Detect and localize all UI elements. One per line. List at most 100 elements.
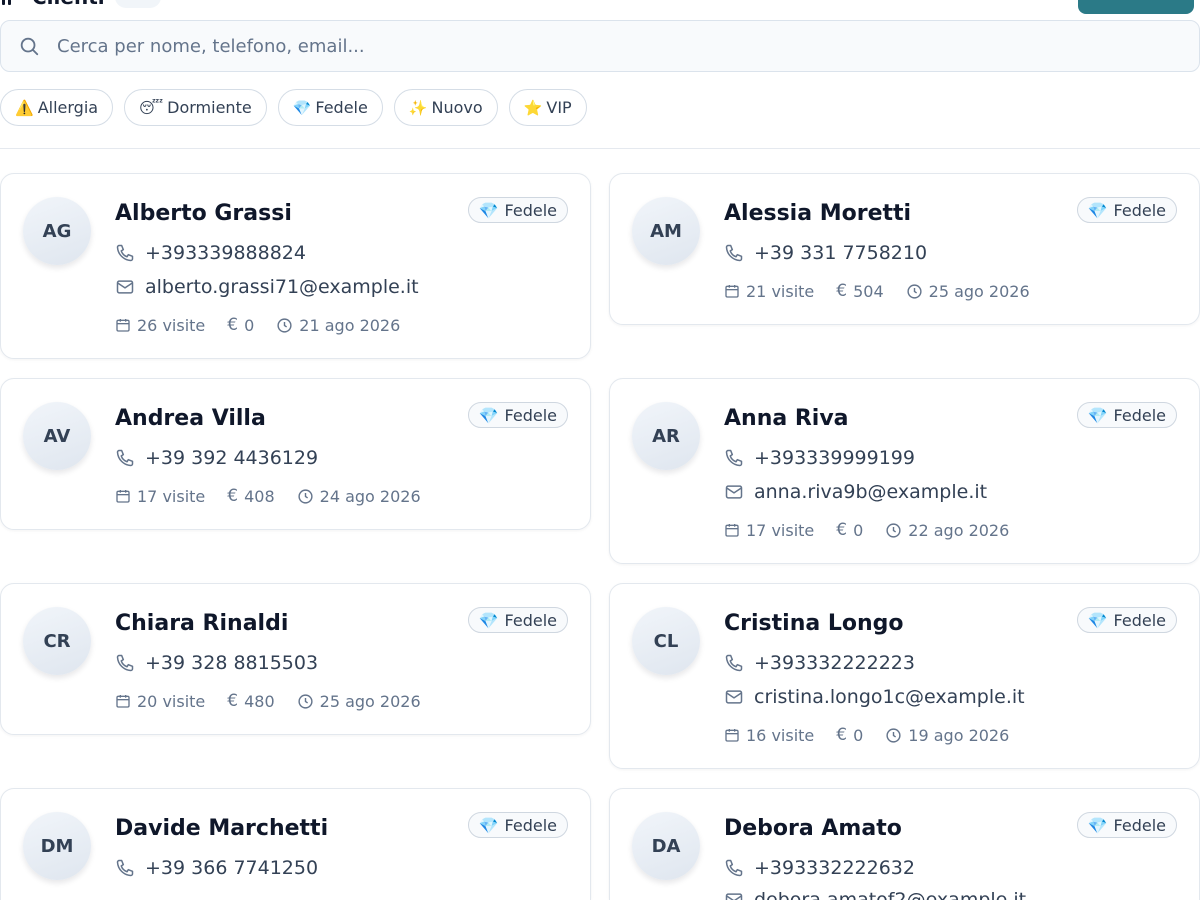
filter-chip-nuovo[interactable]: ✨ Nuovo — [393, 89, 498, 126]
phone-icon — [115, 653, 135, 673]
filter-chip-fedele[interactable]: 💎 Fedele — [277, 89, 383, 126]
phone-number[interactable]: +393332222223 — [754, 652, 915, 674]
phone-row: +39 328 8815503 — [115, 652, 318, 674]
clock-icon — [906, 283, 923, 300]
badge-label: Fedele — [1113, 405, 1166, 425]
euro-icon: € — [227, 486, 239, 506]
email-address[interactable]: alberto.grassi71@example.it — [145, 276, 419, 298]
avatar: CL — [632, 607, 700, 675]
phone-row: +39 366 7741250 — [115, 857, 318, 879]
visits-count: 17 visite — [137, 486, 206, 506]
visits-count: 16 visite — [746, 725, 815, 745]
calendar-icon — [724, 522, 740, 538]
filter-chip-allergia[interactable]: ⚠️ Allergia — [0, 89, 114, 126]
warning-icon: ⚠️ — [15, 98, 34, 117]
client-stats: 20 visite €480 25 ago 2026 — [115, 691, 421, 711]
phone-number[interactable]: +39 392 4436129 — [145, 447, 318, 469]
client-card[interactable]: DM Davide Marchetti 💎 Fedele +39 366 7741… — [0, 788, 591, 900]
filter-chip-vip[interactable]: ⭐ VIP — [508, 89, 587, 126]
last-visit: 22 ago 2026 — [908, 520, 1010, 540]
phone-number[interactable]: +393332222632 — [754, 857, 915, 879]
visits-count: 17 visite — [746, 520, 815, 540]
client-card[interactable]: AV Andrea Villa 💎 Fedele +39 392 4436129 … — [0, 378, 591, 530]
client-name: Andrea Villa — [115, 406, 266, 431]
chip-label: VIP — [546, 98, 572, 117]
status-badge: 💎 Fedele — [467, 812, 568, 838]
diamond-icon: 💎 — [478, 815, 499, 835]
status-badge: 💎 Fedele — [1076, 197, 1177, 223]
badge-label: Fedele — [504, 405, 557, 425]
client-name: Alessia Moretti — [724, 201, 912, 226]
page-header: Clienti — [0, 0, 161, 9]
search-input[interactable] — [57, 35, 1199, 57]
badge-label: Fedele — [504, 200, 557, 220]
status-badge: 💎 Fedele — [1076, 812, 1177, 838]
badge-label: Fedele — [504, 610, 557, 630]
phone-number[interactable]: +39 366 7741250 — [145, 857, 318, 879]
grip-icon — [0, 0, 22, 5]
total-spent: 480 — [244, 691, 275, 711]
euro-icon: € — [836, 520, 848, 540]
phone-number[interactable]: +39 331 7758210 — [754, 242, 927, 264]
client-name: Cristina Longo — [724, 611, 904, 636]
client-name: Debora Amato — [724, 816, 902, 841]
phone-number[interactable]: +393339888824 — [145, 242, 306, 264]
euro-icon: € — [227, 691, 239, 711]
email-address[interactable]: debora.amatof2@example.it — [754, 889, 1026, 900]
mail-icon — [115, 277, 135, 297]
status-badge: 💎 Fedele — [1076, 607, 1177, 633]
client-stats: 26 visite €0 21 ago 2026 — [115, 315, 400, 335]
phone-row: +393332222223 — [724, 652, 915, 674]
calendar-icon — [115, 488, 131, 504]
chip-label: Allergia — [37, 98, 99, 117]
mail-icon — [724, 890, 744, 900]
phone-icon — [724, 448, 744, 468]
email-address[interactable]: anna.riva9b@example.it — [754, 481, 987, 503]
visits-count: 26 visite — [137, 315, 206, 335]
phone-icon — [115, 243, 135, 263]
phone-number[interactable]: +393339999199 — [754, 447, 915, 469]
clock-icon — [297, 488, 314, 505]
mail-icon — [724, 687, 744, 707]
clock-icon — [885, 522, 902, 539]
diamond-icon: 💎 — [1087, 405, 1108, 425]
avatar: DA — [632, 812, 700, 880]
total-spent: 408 — [244, 486, 275, 506]
phone-row: +393339888824 — [115, 242, 306, 264]
last-visit: 25 ago 2026 — [319, 691, 421, 711]
client-card[interactable]: CL Cristina Longo 💎 Fedele +393332222223 … — [609, 583, 1200, 769]
client-card[interactable]: AR Anna Riva 💎 Fedele +393339999199 anna.… — [609, 378, 1200, 564]
phone-icon — [115, 858, 135, 878]
badge-label: Fedele — [1113, 200, 1166, 220]
client-card[interactable]: AG Alberto Grassi 💎 Fedele +393339888824 … — [0, 173, 591, 359]
euro-icon: € — [227, 315, 239, 335]
clock-icon — [276, 317, 293, 334]
client-card[interactable]: CR Chiara Rinaldi 💎 Fedele +39 328 881550… — [0, 583, 591, 735]
visits-count: 20 visite — [137, 691, 206, 711]
filter-chips: ⚠️ Allergia 😴 Dormiente 💎 Fedele ✨ Nuovo ⭐ VI… — [0, 89, 587, 126]
diamond-icon: 💎 — [478, 200, 499, 220]
page-title: Clienti — [32, 0, 105, 9]
client-card[interactable]: AM Alessia Moretti 💎 Fedele +39 331 77582… — [609, 173, 1200, 325]
status-badge: 💎 Fedele — [467, 402, 568, 428]
total-spent: 0 — [244, 315, 255, 335]
status-badge: 💎 Fedele — [467, 197, 568, 223]
email-address[interactable]: cristina.longo1c@example.it — [754, 686, 1025, 708]
client-card[interactable]: DA Debora Amato 💎 Fedele +393332222632 de… — [609, 788, 1200, 900]
filter-chip-dormiente[interactable]: 😴 Dormiente — [124, 89, 267, 126]
email-row: alberto.grassi71@example.it — [115, 276, 419, 298]
phone-number[interactable]: +39 328 8815503 — [145, 652, 318, 674]
new-client-button[interactable] — [1078, 0, 1194, 14]
badge-label: Fedele — [1113, 815, 1166, 835]
calendar-icon — [115, 317, 131, 333]
star-icon: ⭐ — [523, 98, 543, 117]
last-visit: 24 ago 2026 — [319, 486, 421, 506]
count-badge — [114, 0, 161, 8]
avatar: AG — [23, 197, 91, 265]
avatar: CR — [23, 607, 91, 675]
sparkles-icon: ✨ — [408, 98, 428, 117]
search-bar[interactable] — [0, 20, 1200, 72]
total-spent: 0 — [853, 725, 864, 745]
diamond-icon: 💎 — [292, 98, 312, 117]
status-badge: 💎 Fedele — [467, 607, 568, 633]
